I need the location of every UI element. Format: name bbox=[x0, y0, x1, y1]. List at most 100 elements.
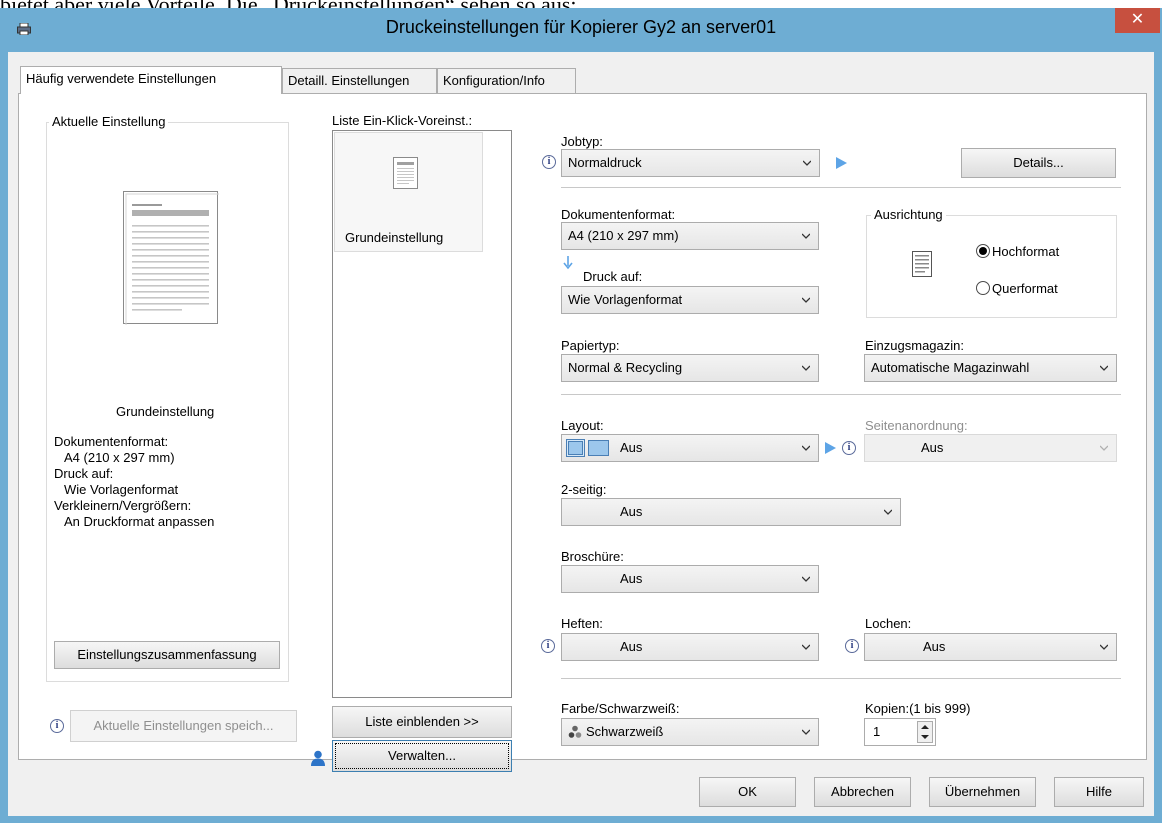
preset-item-label: Grundeinstellung bbox=[345, 230, 444, 245]
jobtyp-label: Jobtyp: bbox=[561, 134, 603, 149]
chevron-down-icon bbox=[802, 233, 810, 239]
tab-detaill-einstellungen[interactable]: Detaill. Einstellungen bbox=[282, 68, 437, 94]
dokumentenformat-select[interactable]: A4 (210 x 297 mm) bbox=[561, 222, 819, 250]
druck-auf-select[interactable]: Wie Vorlagenformat bbox=[561, 286, 819, 314]
querformat-radio[interactable] bbox=[976, 281, 990, 295]
arrow-right-icon bbox=[825, 442, 836, 454]
close-button[interactable]: ✕ bbox=[1115, 8, 1160, 33]
kopien-spin-buttons[interactable] bbox=[917, 721, 933, 743]
druck-auf-label: Druck auf: bbox=[583, 269, 643, 284]
chevron-down-icon bbox=[802, 644, 810, 650]
show-list-button[interactable]: Liste einblenden >> bbox=[332, 706, 512, 738]
farbe-label: Farbe/Schwarzweiß: bbox=[561, 701, 680, 716]
arrow-down-icon bbox=[563, 256, 573, 270]
heften-value: Aus bbox=[620, 639, 643, 654]
broschuere-select[interactable]: Aus bbox=[561, 565, 819, 593]
tab-haeufig-verwendete-einstellungen[interactable]: Häufig verwendete Einstellungen bbox=[20, 66, 282, 94]
farbe-select[interactable]: Schwarzweiß bbox=[561, 718, 819, 746]
tab-konfiguration-info[interactable]: Konfiguration/Info bbox=[437, 68, 576, 94]
zweiseitig-select[interactable]: Aus bbox=[561, 498, 901, 526]
current-settings-name: Grundeinstellung bbox=[116, 404, 215, 419]
seitenanordnung-label: Seitenanordnung: bbox=[865, 418, 968, 433]
settings-summary-button[interactable]: Einstellungszusammenfassung bbox=[54, 641, 280, 669]
preset-list[interactable]: Grundeinstellung bbox=[332, 130, 512, 698]
user-icon bbox=[311, 750, 325, 766]
broschuere-value: Aus bbox=[620, 571, 643, 586]
summary-line: An Druckformat anpassen bbox=[64, 514, 215, 529]
layout-select[interactable]: Aus bbox=[561, 434, 819, 462]
preset-list-label: Liste Ein-Klick-Voreinst.: bbox=[332, 113, 473, 128]
broschuere-label: Broschüre: bbox=[561, 549, 624, 564]
chevron-down-icon bbox=[802, 445, 810, 451]
details-button[interactable]: Details... bbox=[961, 148, 1116, 178]
einzugsmagazin-select[interactable]: Automatische Magazinwahl bbox=[864, 354, 1117, 382]
separator bbox=[561, 394, 1121, 396]
lochen-select[interactable]: Aus bbox=[864, 633, 1117, 661]
color-dots-icon bbox=[568, 725, 582, 738]
jobtyp-value: Normaldruck bbox=[568, 155, 642, 170]
tab-panel-common-settings: Aktuelle Einstellung Grundeinstellung Do… bbox=[18, 93, 1147, 772]
summary-line: A4 (210 x 297 mm) bbox=[64, 450, 175, 465]
dokumentenformat-value: A4 (210 x 297 mm) bbox=[568, 228, 679, 243]
farbe-value: Schwarzweiß bbox=[586, 724, 664, 739]
ausrichtung-group bbox=[866, 215, 1117, 318]
info-icon[interactable]: i bbox=[845, 639, 859, 653]
print-settings-dialog: Druckeinstellungen für Kopierer Gy2 an s… bbox=[0, 8, 1162, 823]
summary-line: Wie Vorlagenformat bbox=[64, 482, 179, 497]
separator bbox=[561, 187, 1121, 189]
zweiseitig-value: Aus bbox=[620, 504, 643, 519]
papiertyp-label: Papiertyp: bbox=[561, 338, 620, 353]
seitenanordnung-value: Aus bbox=[921, 440, 944, 455]
summary-line: Verkleinern/Vergrößern: bbox=[54, 498, 192, 513]
summary-line: Dokumentenformat: bbox=[54, 434, 169, 449]
help-button[interactable]: Hilfe bbox=[1054, 777, 1144, 807]
save-current-settings-button[interactable]: Aktuelle Einstellungen speich... bbox=[70, 710, 297, 742]
title-bar: Druckeinstellungen für Kopierer Gy2 an s… bbox=[0, 8, 1162, 52]
info-icon[interactable]: i bbox=[541, 639, 555, 653]
lochen-label: Lochen: bbox=[865, 616, 912, 631]
spin-down-icon[interactable] bbox=[921, 734, 929, 740]
lochen-value: Aus bbox=[923, 639, 946, 654]
chevron-down-icon bbox=[1100, 644, 1108, 650]
kopien-stepper[interactable]: 1 bbox=[864, 718, 936, 746]
einzugsmagazin-value: Automatische Magazinwahl bbox=[871, 360, 1030, 375]
info-icon[interactable]: i bbox=[842, 441, 856, 455]
info-icon[interactable]: i bbox=[542, 155, 556, 169]
chevron-down-icon bbox=[802, 729, 810, 735]
jobtyp-select[interactable]: Normaldruck bbox=[561, 149, 820, 177]
dokumentenformat-label: Dokumentenformat: bbox=[561, 207, 676, 222]
apply-button[interactable]: Übernehmen bbox=[929, 777, 1036, 807]
chevron-down-icon bbox=[802, 297, 810, 303]
info-icon[interactable]: i bbox=[50, 719, 64, 733]
dialog-client-area: Häufig verwendete Einstellungen Detaill.… bbox=[8, 52, 1154, 816]
chevron-down-icon bbox=[1100, 445, 1108, 451]
preset-item-grundeinstellung[interactable]: Grundeinstellung bbox=[334, 132, 483, 252]
spin-up-icon[interactable] bbox=[921, 724, 929, 730]
current-settings-legend: Aktuelle Einstellung bbox=[49, 114, 169, 129]
layout-pages-icon bbox=[566, 439, 609, 457]
kopien-value[interactable]: 1 bbox=[873, 724, 880, 739]
manage-button[interactable]: Verwalten... bbox=[332, 740, 512, 772]
hochformat-radio[interactable] bbox=[976, 244, 990, 258]
separator bbox=[561, 678, 1121, 680]
preset-document-icon bbox=[393, 157, 418, 189]
ok-button[interactable]: OK bbox=[699, 777, 796, 807]
arrow-right-icon bbox=[836, 157, 847, 169]
seitenanordnung-select[interactable]: Aus bbox=[864, 434, 1117, 462]
einzugsmagazin-label: Einzugsmagazin: bbox=[865, 338, 964, 353]
papiertyp-select[interactable]: Normal & Recycling bbox=[561, 354, 819, 382]
ausrichtung-legend: Ausrichtung bbox=[871, 207, 946, 222]
chevron-down-icon bbox=[802, 576, 810, 582]
layout-label: Layout: bbox=[561, 418, 604, 433]
querformat-label[interactable]: Querformat bbox=[992, 281, 1058, 296]
chevron-down-icon bbox=[802, 365, 810, 371]
document-preview-icon bbox=[123, 191, 219, 325]
hochformat-label[interactable]: Hochformat bbox=[992, 244, 1059, 259]
chevron-down-icon bbox=[1100, 365, 1108, 371]
heften-label: Heften: bbox=[561, 616, 603, 631]
portrait-orientation-icon bbox=[912, 251, 932, 277]
kopien-label: Kopien:(1 bis 999) bbox=[865, 701, 971, 716]
heften-select[interactable]: Aus bbox=[561, 633, 819, 661]
chevron-down-icon bbox=[803, 160, 811, 166]
cancel-button[interactable]: Abbrechen bbox=[814, 777, 911, 807]
